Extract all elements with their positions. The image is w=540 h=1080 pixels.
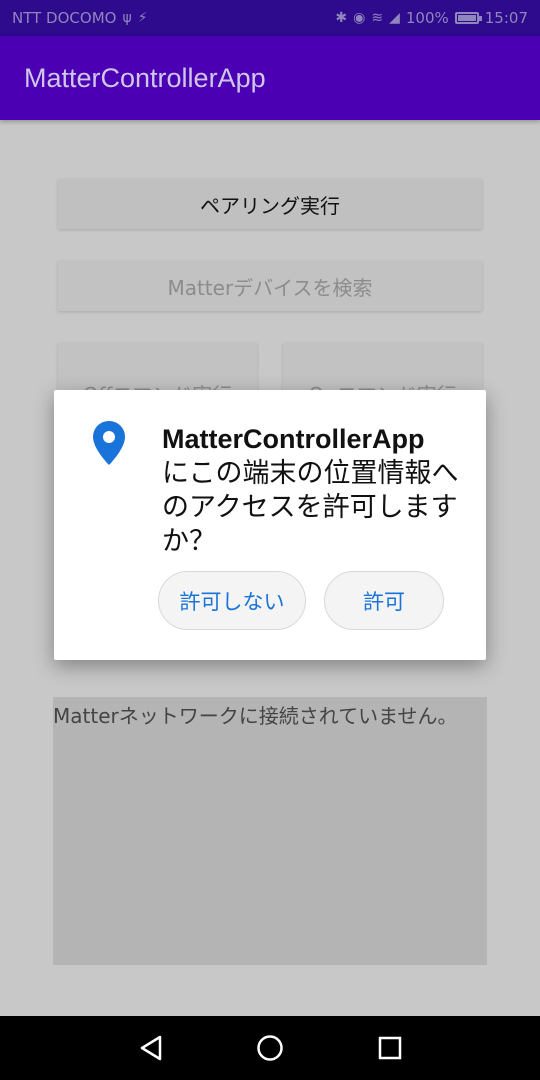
dialog-question: にこの端末の位置情報へのアクセスを許可しますか？ (162, 458, 459, 556)
back-icon[interactable] (138, 1034, 164, 1066)
deny-button[interactable]: 許可しない (158, 571, 306, 630)
eye-comfort-icon: ◉ (353, 10, 366, 26)
clock: 15:07 (484, 9, 528, 27)
notification-icon: ⚡ (137, 10, 148, 26)
location-pin-icon (92, 420, 126, 470)
signal-icon: ◢ (389, 10, 400, 26)
connection-status-text: Matterネットワークに接続されていません。 (53, 704, 458, 728)
bluetooth-icon: ✱ (335, 10, 348, 26)
battery-percent: 100% (405, 9, 449, 27)
usb-icon: ψ (122, 10, 132, 26)
wifi-icon: ≋ (371, 10, 384, 26)
battery-icon (454, 12, 482, 24)
recent-apps-icon[interactable] (377, 1034, 403, 1066)
status-bar: NTT DOCOMO ψ ⚡ ✱ ◉ ≋ ◢ 100% 15:07 (0, 0, 540, 36)
search-devices-button[interactable]: Matterデバイスを検索 (58, 261, 482, 311)
navigation-bar (0, 1016, 540, 1080)
status-bar-left: NTT DOCOMO ψ ⚡ (12, 9, 148, 27)
allow-button[interactable]: 許可 (324, 571, 444, 630)
location-permission-dialog: MatterControllerApp にこの端末の位置情報へのアクセスを許可し… (54, 390, 486, 660)
app-title: MatterControllerApp (24, 62, 266, 93)
app-bar: MatterControllerApp (0, 36, 540, 120)
dialog-app-name: MatterControllerApp (162, 424, 425, 454)
connection-status-box: Matterネットワークに接続されていません。 (53, 697, 487, 965)
pairing-button[interactable]: ペアリング実行 (58, 179, 482, 229)
status-bar-right: ✱ ◉ ≋ ◢ 100% 15:07 (335, 9, 528, 27)
carrier-label: NTT DOCOMO (12, 9, 117, 27)
dialog-message: MatterControllerApp にこの端末の位置情報へのアクセスを許可し… (162, 422, 472, 558)
home-icon[interactable] (256, 1034, 284, 1066)
